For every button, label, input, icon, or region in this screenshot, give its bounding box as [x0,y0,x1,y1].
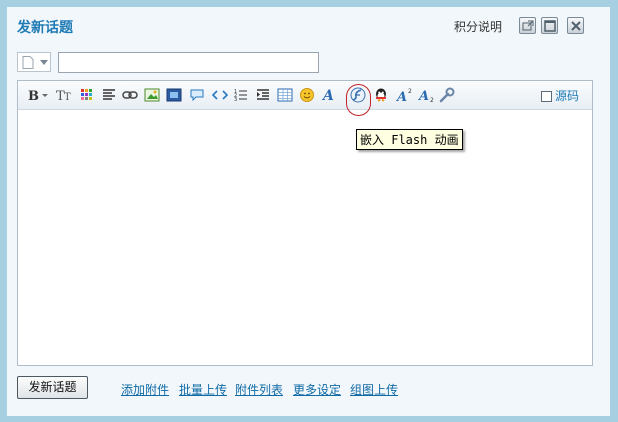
smiley-button[interactable] [299,87,315,103]
batch-upload-link[interactable]: 批量上传 [179,381,227,398]
maximize-button[interactable] [541,17,558,34]
table-icon [277,88,293,102]
qq-icon [376,88,386,102]
popout-button[interactable] [519,17,536,34]
group-image-upload-link[interactable]: 组图上传 [350,381,398,398]
svg-text:A: A [321,88,334,103]
maximize-icon [544,20,556,32]
attachment-list-link[interactable]: 附件列表 [235,381,283,398]
font-color-button[interactable]: A [321,87,337,103]
source-checkbox[interactable] [541,91,552,102]
quote-icon [190,89,204,102]
color-button[interactable] [79,87,95,103]
indent-button[interactable] [255,87,271,103]
superscript-icon: A2 [396,88,412,103]
chevron-down-icon [40,60,48,65]
close-icon [571,21,581,31]
image-button[interactable] [144,87,160,103]
link-button[interactable] [122,87,138,103]
svg-text:B: B [28,89,39,103]
font-type-button[interactable]: TT [56,87,72,103]
video-button[interactable] [166,87,182,103]
font-a-icon: A [321,88,334,103]
indent-icon [257,89,269,100]
svg-text:A: A [396,90,407,103]
ordered-list-button[interactable]: 123 [233,87,249,103]
post-topic-button[interactable]: 发新话题 [17,376,88,399]
dialog-title: 发新话题 [17,20,73,36]
link-icon [122,91,138,99]
svg-text:A: A [418,89,429,103]
score-help-link[interactable]: 积分说明 [454,18,502,35]
tools-button[interactable] [439,87,455,103]
post-icon-select[interactable] [17,52,51,72]
source-toggle[interactable]: 源码 [541,87,579,104]
video-icon [166,88,182,102]
svg-text:2: 2 [408,88,412,95]
subscript-button[interactable]: A2 [418,87,434,103]
ordered-list-icon: 123 [234,89,247,103]
smiley-icon [300,88,314,102]
editor-toolbar: B TT 123 A A 2 A 2 源码 [18,81,592,116]
flash-tooltip: 嵌入 Flash 动画 [356,129,463,150]
bold-icon: B [28,89,48,103]
source-label: 源码 [555,89,580,103]
svg-text:3: 3 [234,97,237,103]
table-button[interactable] [277,87,293,103]
svg-text:T: T [64,92,71,103]
rich-text-editor: B TT 123 A A 2 A 2 源码 嵌入 Flash 动画 [17,80,593,366]
subject-input[interactable] [58,52,319,73]
close-button[interactable] [567,17,584,34]
wrench-icon [439,87,455,103]
svg-text:2: 2 [430,97,434,103]
code-button[interactable] [212,87,228,103]
quote-button[interactable] [189,87,205,103]
subscript-icon: A2 [418,89,434,103]
qq-button[interactable] [373,87,389,103]
align-button[interactable] [101,87,117,103]
color-grid-icon [81,89,92,100]
popout-icon [522,20,534,31]
image-icon [144,88,160,102]
bold-button[interactable]: B [27,87,51,103]
document-icon [22,56,34,69]
add-attachment-link[interactable]: 添加附件 [121,381,169,398]
code-icon [212,90,228,100]
superscript-button[interactable]: A2 [396,87,412,103]
align-icon [103,89,115,100]
font-type-icon: TT [56,89,71,103]
flash-highlight-ring [346,84,371,116]
more-settings-link[interactable]: 更多设定 [293,381,341,398]
